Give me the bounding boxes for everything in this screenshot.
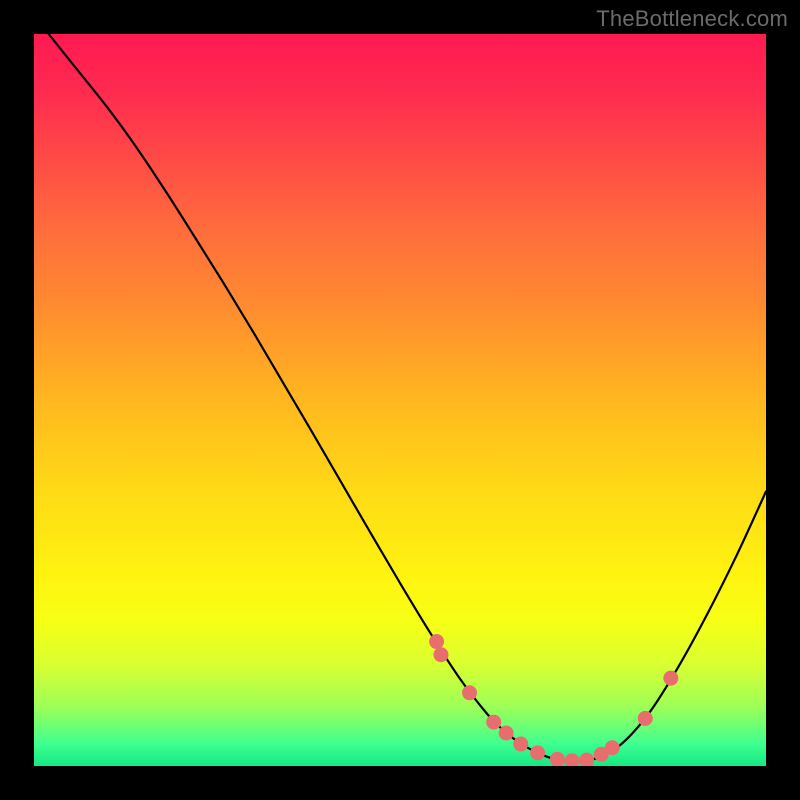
highlight-dot <box>579 753 594 766</box>
highlight-dots <box>429 634 678 766</box>
highlight-dot <box>663 671 678 686</box>
highlight-dot <box>638 711 653 726</box>
highlight-dot <box>433 647 448 662</box>
highlight-dot <box>429 634 444 649</box>
watermark-text: TheBottleneck.com <box>596 6 788 32</box>
highlight-dot <box>462 685 477 700</box>
bottleneck-curve <box>49 34 766 761</box>
curve-layer <box>34 34 766 766</box>
highlight-dot <box>530 745 545 760</box>
highlight-dot <box>499 726 514 741</box>
plot-area <box>34 34 766 766</box>
chart-frame: TheBottleneck.com <box>0 0 800 800</box>
highlight-dot <box>605 740 620 755</box>
highlight-dot <box>550 752 565 766</box>
highlight-dot <box>513 737 528 752</box>
highlight-dot <box>565 753 580 766</box>
highlight-dot <box>486 715 501 730</box>
